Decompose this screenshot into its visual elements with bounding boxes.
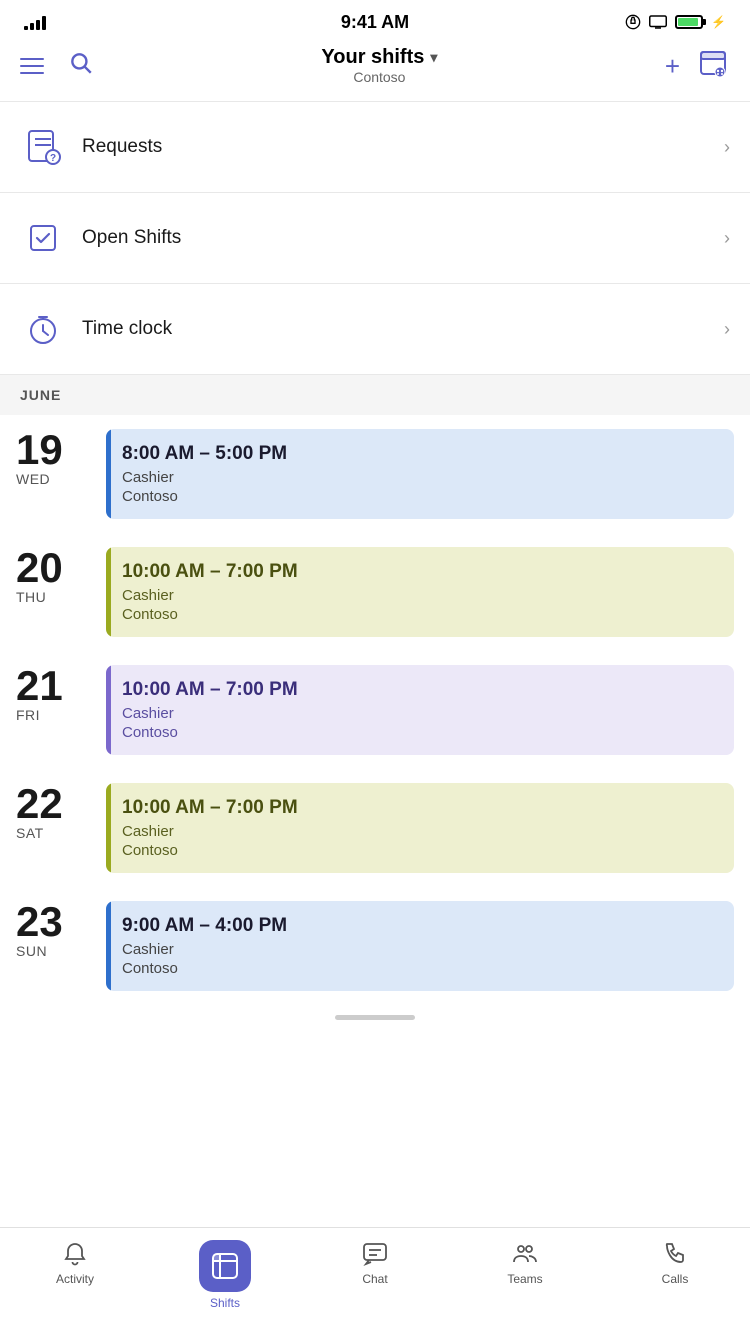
shift-time-20: 10:00 AM – 7:00 PM [122, 561, 718, 583]
shift-org-22: Contoso [122, 842, 718, 859]
charging-icon: ⚡ [711, 15, 726, 29]
calls-label: Calls [662, 1272, 689, 1286]
day-num-23: 23 [16, 901, 96, 943]
battery-icon [675, 15, 703, 29]
bell-icon [61, 1240, 89, 1268]
requests-menu-item[interactable]: ? Requests › [0, 102, 750, 192]
scroll-handle [0, 1005, 750, 1026]
status-bar: 9:41 AM ⚡ [0, 0, 750, 38]
bottom-nav: Activity Shifts Chat Teams [0, 1227, 750, 1334]
schedule-item-20[interactable]: 20 THU 10:00 AM – 7:00 PM Cashier Contos… [10, 533, 740, 651]
open-shifts-icon [20, 215, 66, 261]
date-22: 22 SAT [16, 783, 106, 841]
search-button[interactable] [68, 50, 94, 81]
nav-chat[interactable]: Chat [335, 1240, 415, 1310]
signal-area [24, 14, 46, 30]
shift-org-19: Contoso [122, 488, 718, 505]
day-name-20: THU [16, 589, 96, 605]
day-name-19: WED [16, 471, 96, 487]
day-num-20: 20 [16, 547, 96, 589]
shifts-label: Shifts [210, 1296, 240, 1310]
shift-block-23[interactable]: 9:00 AM – 4:00 PM Cashier Contoso [106, 901, 734, 991]
display-icon [649, 15, 667, 29]
shift-role-20: Cashier [122, 587, 718, 604]
day-name-21: FRI [16, 707, 96, 723]
top-nav: Your shifts ▾ Contoso + [0, 38, 750, 101]
shift-time-22: 10:00 AM – 7:00 PM [122, 797, 718, 819]
time-clock-icon [20, 306, 66, 352]
activity-label: Activity [56, 1272, 94, 1286]
status-time: 9:41 AM [341, 12, 409, 33]
open-shifts-chevron-icon: › [724, 228, 730, 249]
shift-org-23: Contoso [122, 960, 718, 977]
day-name-23: SUN [16, 943, 96, 959]
shift-time-21: 10:00 AM – 7:00 PM [122, 679, 718, 701]
status-right: ⚡ [625, 14, 726, 30]
day-num-19: 19 [16, 429, 96, 471]
shift-block-22[interactable]: 10:00 AM – 7:00 PM Cashier Contoso [106, 783, 734, 873]
open-shifts-label: Open Shifts [82, 227, 724, 249]
nav-subtitle: Contoso [321, 69, 437, 85]
shift-block-20[interactable]: 10:00 AM – 7:00 PM Cashier Contoso [106, 547, 734, 637]
schedule-item-21[interactable]: 21 FRI 10:00 AM – 7:00 PM Cashier Contos… [10, 651, 740, 769]
chat-icon [361, 1240, 389, 1268]
month-header: JUNE [0, 375, 750, 415]
chat-label: Chat [362, 1272, 387, 1286]
nav-activity[interactable]: Activity [35, 1240, 115, 1310]
open-shifts-menu-item[interactable]: Open Shifts › [0, 193, 750, 283]
nav-title[interactable]: Your shifts ▾ [321, 46, 437, 69]
requests-chevron-icon: › [724, 137, 730, 158]
nav-center: Your shifts ▾ Contoso [321, 46, 437, 85]
shift-time-23: 9:00 AM – 4:00 PM [122, 915, 718, 937]
day-num-21: 21 [16, 665, 96, 707]
shift-role-21: Cashier [122, 705, 718, 722]
schedule-item-19[interactable]: 19 WED 8:00 AM – 5:00 PM Cashier Contoso [10, 415, 740, 533]
date-20: 20 THU [16, 547, 106, 605]
day-name-22: SAT [16, 825, 96, 841]
nav-left [20, 50, 94, 81]
svg-text:?: ? [50, 153, 56, 164]
date-23: 23 SUN [16, 901, 106, 959]
shift-role-22: Cashier [122, 823, 718, 840]
shift-org-21: Contoso [122, 724, 718, 741]
requests-label: Requests [82, 136, 724, 158]
nav-calls[interactable]: Calls [635, 1240, 715, 1310]
schedule-item-23[interactable]: 23 SUN 9:00 AM – 4:00 PM Cashier Contoso [10, 887, 740, 1005]
schedule-view-button[interactable] [698, 47, 730, 84]
shifts-active-icon [199, 1240, 251, 1292]
title-chevron-down-icon: ▾ [430, 49, 437, 66]
teams-label: Teams [507, 1272, 542, 1286]
scroll-bar [335, 1015, 415, 1020]
schedule-item-22[interactable]: 22 SAT 10:00 AM – 7:00 PM Cashier Contos… [10, 769, 740, 887]
screen-lock-icon [625, 14, 641, 30]
add-button[interactable]: + [665, 53, 680, 79]
date-21: 21 FRI [16, 665, 106, 723]
nav-shifts[interactable]: Shifts [185, 1240, 265, 1310]
title-text: Your shifts [321, 46, 424, 69]
calls-icon [661, 1240, 689, 1268]
time-clock-menu-item[interactable]: Time clock › [0, 284, 750, 374]
nav-teams[interactable]: Teams [485, 1240, 565, 1310]
teams-icon [511, 1240, 539, 1268]
signal-bars [24, 14, 46, 30]
shift-role-23: Cashier [122, 941, 718, 958]
time-clock-label: Time clock [82, 318, 724, 340]
shift-org-20: Contoso [122, 606, 718, 623]
shift-time-19: 8:00 AM – 5:00 PM [122, 443, 718, 465]
hamburger-button[interactable] [20, 58, 44, 74]
shift-block-21[interactable]: 10:00 AM – 7:00 PM Cashier Contoso [106, 665, 734, 755]
shift-role-19: Cashier [122, 469, 718, 486]
time-clock-chevron-icon: › [724, 319, 730, 340]
requests-icon: ? [20, 124, 66, 170]
main-content: ? Requests › Open Shifts › Time clo [0, 101, 750, 1146]
shift-block-19[interactable]: 8:00 AM – 5:00 PM Cashier Contoso [106, 429, 734, 519]
day-num-22: 22 [16, 783, 96, 825]
date-19: 19 WED [16, 429, 106, 487]
schedule-list: 19 WED 8:00 AM – 5:00 PM Cashier Contoso… [0, 415, 750, 1005]
nav-right: + [665, 47, 730, 84]
